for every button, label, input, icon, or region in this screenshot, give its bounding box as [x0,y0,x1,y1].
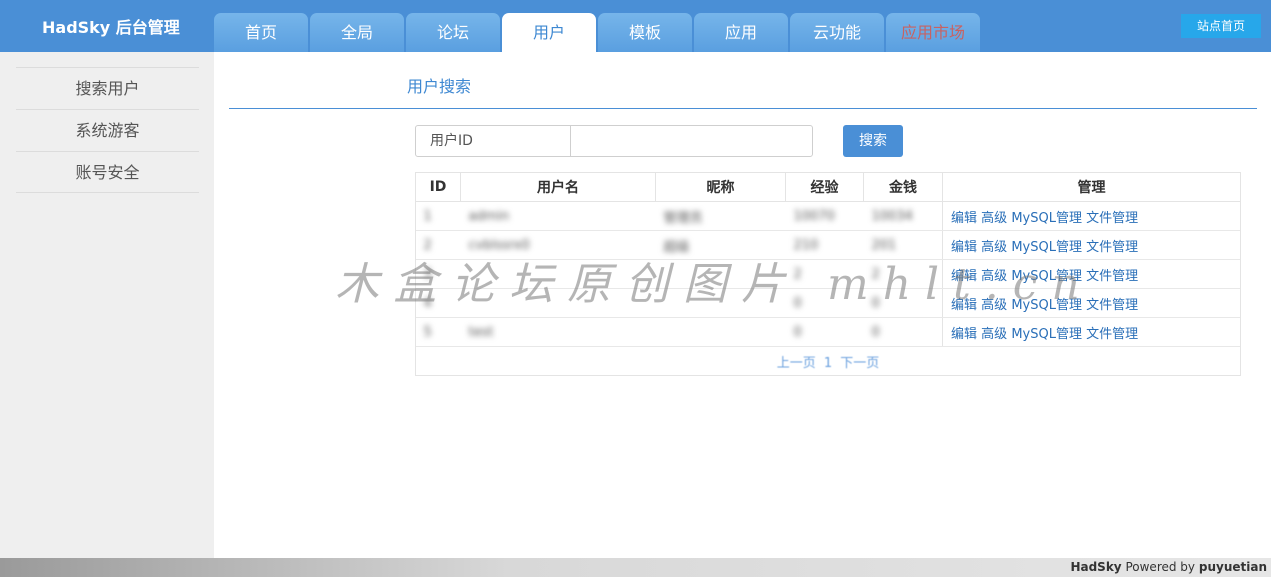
cell-manage: 编辑 高级 MySQL管理 文件管理 [942,230,1241,260]
edit-link[interactable]: 编辑 [951,240,977,255]
cell-exp: 0 [785,317,864,347]
search-button[interactable]: 搜索 [843,125,903,157]
col-header-exp: 经验 [785,172,864,202]
footer-credit: HadSky Powered by puyuetian [1070,560,1267,574]
files-link[interactable]: 文件管理 [1086,211,1138,226]
cell-exp: 0 [785,288,864,318]
footer-author[interactable]: puyuetian [1199,560,1267,574]
footer-brand: HadSky [1070,560,1122,574]
sidebar-item-search-users[interactable]: 搜索用户 [16,67,199,109]
next-page-link[interactable]: 下一页 [840,356,879,371]
page-number-link[interactable]: 1 [820,356,836,371]
cell-nickname: 管理员 [655,201,786,231]
cell-id: 3 [415,259,461,289]
search-label: 用户ID [416,126,571,156]
cell-money: 0 [863,288,943,318]
cell-nickname [655,317,786,347]
col-header-manage: 管理 [942,172,1241,202]
mysql-link[interactable]: MySQL管理 [1011,327,1082,342]
tab-apps[interactable]: 应用 [694,13,788,52]
cell-nickname [655,259,786,289]
cell-username: test [460,317,656,347]
advanced-link[interactable]: 高级 [981,211,1007,226]
cell-username [460,288,656,318]
table-row: 4 0 0 编辑 高级 MySQL管理 文件管理 [415,288,1241,318]
cell-money: 201 [863,230,943,260]
user-id-input[interactable] [572,126,812,156]
advanced-link[interactable]: 高级 [981,240,1007,255]
cell-money: 10034 [863,201,943,231]
cell-id: 2 [415,230,461,260]
sidebar-item-account-security[interactable]: 账号安全 [16,151,199,193]
col-header-id: ID [415,172,461,202]
files-link[interactable]: 文件管理 [1086,240,1138,255]
mysql-link[interactable]: MySQL管理 [1011,240,1082,255]
search-group: 用户ID [415,125,813,157]
cell-manage: 编辑 高级 MySQL管理 文件管理 [942,288,1241,318]
col-header-nickname: 昵称 [655,172,786,202]
cell-nickname [655,288,786,318]
col-header-money: 金钱 [863,172,943,202]
pagination: 上一页 1 下一页 [415,346,1241,376]
advanced-link[interactable]: 高级 [981,269,1007,284]
brand-title: HadSky 后台管理 [42,18,180,37]
cell-exp: 210 [785,230,864,260]
tab-cloud[interactable]: 云功能 [790,13,884,52]
advanced-link[interactable]: 高级 [981,298,1007,313]
cell-manage: 编辑 高级 MySQL管理 文件管理 [942,201,1241,231]
table-row: 2 cvblssrx0 超级 210 201 编辑 高级 MySQL管理 文件管… [415,230,1241,260]
tab-home[interactable]: 首页 [214,13,308,52]
tab-user[interactable]: 用户 [502,13,596,52]
edit-link[interactable]: 编辑 [951,269,977,284]
cell-exp: 2 [785,259,864,289]
mysql-link[interactable]: MySQL管理 [1011,211,1082,226]
mysql-link[interactable]: MySQL管理 [1011,298,1082,313]
sidebar-item-system-guests[interactable]: 系统游客 [16,109,199,151]
cell-manage: 编辑 高级 MySQL管理 文件管理 [942,317,1241,347]
table-row: 3 2 2 编辑 高级 MySQL管理 文件管理 [415,259,1241,289]
mysql-link[interactable]: MySQL管理 [1011,269,1082,284]
cell-username [460,259,656,289]
files-link[interactable]: 文件管理 [1086,327,1138,342]
files-link[interactable]: 文件管理 [1086,298,1138,313]
pager-row: 上一页 1 下一页 [415,346,1241,376]
footer-powered-by: Powered by [1125,560,1196,574]
title-divider [229,108,1257,109]
admin-page: HadSky 后台管理 首页 全局 论坛 用户 模板 应用 云功能 应用市场 站… [0,0,1271,577]
edit-link[interactable]: 编辑 [951,298,977,313]
tab-forum[interactable]: 论坛 [406,13,500,52]
user-table: ID 用户名 昵称 经验 金钱 管理 1 admin 管理员 10070 100… [415,172,1241,376]
cell-exp: 10070 [785,201,864,231]
sidebar: 搜索用户 系统游客 账号安全 [0,52,214,558]
edit-link[interactable]: 编辑 [951,211,977,226]
cell-manage: 编辑 高级 MySQL管理 文件管理 [942,259,1241,289]
table-row: 5 test 0 0 编辑 高级 MySQL管理 文件管理 [415,317,1241,347]
edit-link[interactable]: 编辑 [951,327,977,342]
advanced-link[interactable]: 高级 [981,327,1007,342]
cell-id: 1 [415,201,461,231]
table-row: 1 admin 管理员 10070 10034 编辑 高级 MySQL管理 文件… [415,201,1241,231]
page-title: 用户搜索 [407,77,472,96]
footer: HadSky Powered by puyuetian [0,558,1271,577]
cell-username: cvblssrx0 [460,230,656,260]
cell-id: 4 [415,288,461,318]
cell-money: 2 [863,259,943,289]
cell-nickname: 超级 [655,230,786,260]
tab-app-market[interactable]: 应用市场 [886,13,980,52]
cell-username: admin [460,201,656,231]
table-header-row: ID 用户名 昵称 经验 金钱 管理 [415,172,1241,202]
tab-template[interactable]: 模板 [598,13,692,52]
site-home-button[interactable]: 站点首页 [1181,14,1261,38]
files-link[interactable]: 文件管理 [1086,269,1138,284]
cell-money: 0 [863,317,943,347]
prev-page-link[interactable]: 上一页 [777,356,816,371]
col-header-username: 用户名 [460,172,656,202]
cell-id: 5 [415,317,461,347]
tab-global[interactable]: 全局 [310,13,404,52]
top-header: HadSky 后台管理 首页 全局 论坛 用户 模板 应用 云功能 应用市场 站… [0,0,1271,52]
